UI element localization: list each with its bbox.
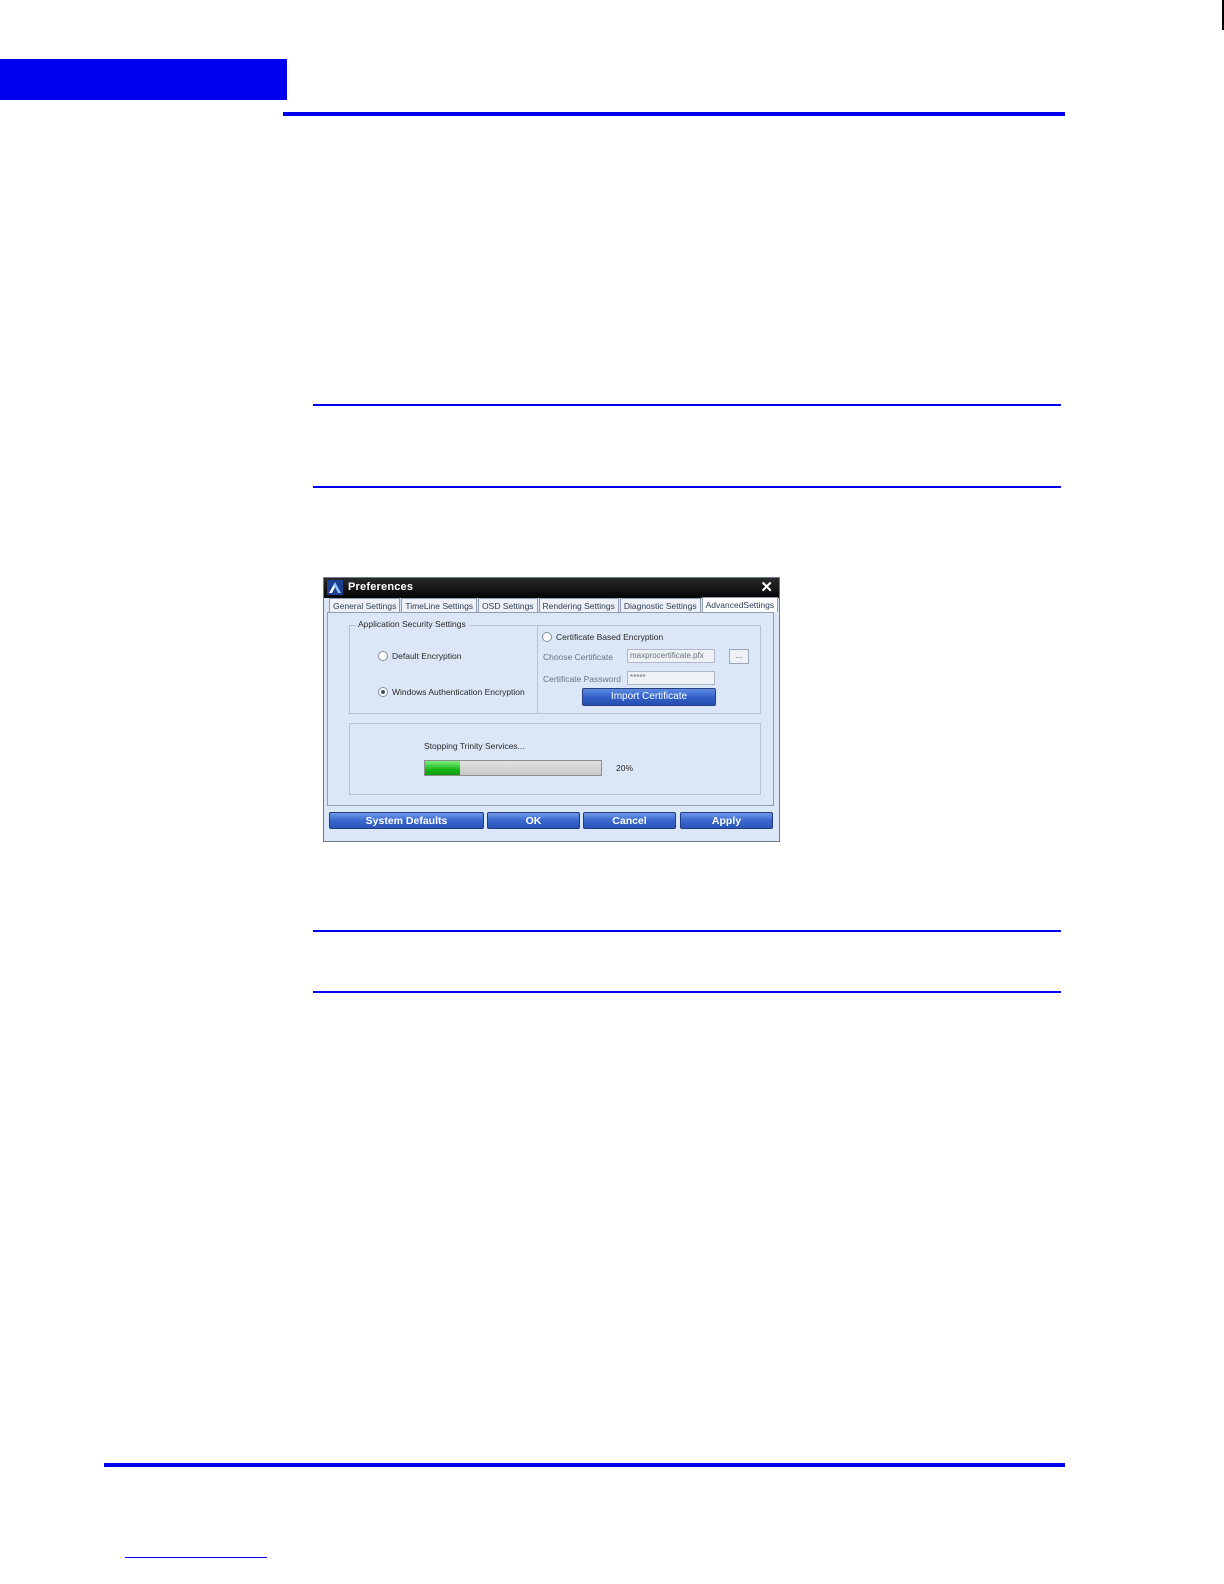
- dialog-button-row: System Defaults OK Cancel Apply: [329, 812, 776, 830]
- import-certificate-button[interactable]: Import Certificate: [582, 688, 716, 706]
- browse-certificate-button[interactable]: ...: [729, 649, 749, 664]
- tab-rendering-settings[interactable]: Rendering Settings: [538, 598, 619, 612]
- ok-button[interactable]: OK: [487, 812, 580, 829]
- cancel-button[interactable]: Cancel: [583, 812, 676, 829]
- default-encryption-label: Default Encryption: [392, 651, 462, 661]
- footer-link-underline[interactable]: [125, 1557, 267, 1558]
- progress-percent: 20%: [616, 763, 634, 773]
- windows-auth-encryption-radio[interactable]: Windows Authentication Encryption: [378, 687, 525, 697]
- system-defaults-button[interactable]: System Defaults: [329, 812, 484, 829]
- preferences-dialog: Preferences ✕ General Settings TimeLine …: [323, 577, 780, 842]
- dialog-titlebar[interactable]: Preferences ✕: [324, 578, 779, 598]
- app-logo-icon: [327, 580, 343, 595]
- security-settings-group: Application Security Settings Default En…: [349, 619, 761, 714]
- tab-diagnostic-settings[interactable]: Diagnostic Settings: [619, 598, 701, 612]
- header-rule: [283, 112, 1065, 116]
- certificate-password-field[interactable]: *****: [627, 671, 715, 685]
- certificate-password-label: Certificate Password: [543, 674, 621, 684]
- security-group-label: Application Security Settings: [356, 619, 468, 629]
- group-divider: [537, 626, 538, 713]
- certificate-encryption-label: Certificate Based Encryption: [556, 632, 664, 642]
- radio-button-icon: [378, 651, 388, 661]
- progress-bar: [424, 760, 602, 776]
- chapter-tab: [0, 59, 287, 100]
- certificate-encryption-radio[interactable]: Certificate Based Encryption: [542, 632, 663, 642]
- choose-certificate-label: Choose Certificate: [543, 652, 613, 662]
- radio-button-icon: [542, 632, 552, 642]
- note-rule-bottom: [313, 991, 1061, 993]
- default-encryption-radio[interactable]: Default Encryption: [378, 651, 461, 661]
- tab-advanced-settings[interactable]: AdvancedSettings: [701, 597, 779, 612]
- footer-rule: [104, 1463, 1065, 1467]
- dialog-title: Preferences: [348, 581, 414, 593]
- progress-bar-fill: [425, 761, 461, 775]
- certificate-file-field[interactable]: maxprocertificate.pfx: [627, 649, 715, 663]
- tab-general-settings[interactable]: General Settings: [329, 598, 401, 612]
- radio-button-selected-icon: [378, 687, 388, 697]
- windows-auth-encryption-label: Windows Authentication Encryption: [392, 687, 525, 697]
- settings-tabstrip: General Settings TimeLine Settings OSD S…: [329, 597, 779, 612]
- apply-button[interactable]: Apply: [680, 812, 773, 829]
- note-rule-top: [313, 930, 1061, 932]
- tab-osd-settings[interactable]: OSD Settings: [478, 598, 538, 612]
- note-rule-top: [313, 404, 1061, 406]
- note-rule-bottom: [313, 486, 1061, 488]
- advanced-settings-panel: Application Security Settings Default En…: [327, 612, 774, 806]
- tab-timeline-settings[interactable]: TimeLine Settings: [401, 598, 478, 612]
- progress-group: Stopping Trinity Services... 20%: [349, 723, 761, 795]
- progress-status-text: Stopping Trinity Services...: [424, 741, 525, 751]
- close-icon[interactable]: ✕: [760, 579, 773, 597]
